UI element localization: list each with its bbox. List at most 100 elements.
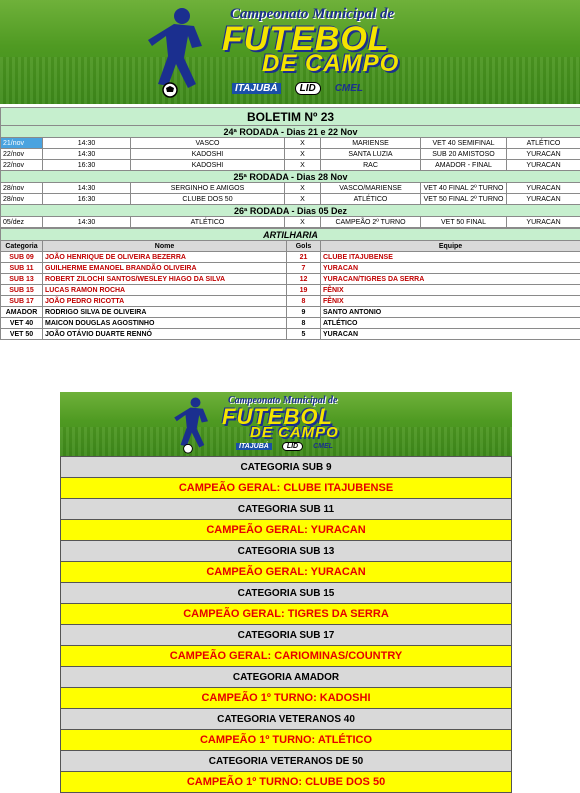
scorers-heading: ARTILHARIA bbox=[1, 229, 580, 241]
game-category: SUB 20 AMISTOSO bbox=[421, 149, 507, 160]
game-away: RAC bbox=[321, 160, 421, 171]
game-row: 28/nov16:30CLUBE DOS 50XATLÉTICOVET 50 F… bbox=[1, 194, 580, 205]
banner-title-line2: DE CAMPO bbox=[262, 50, 399, 78]
cmel-logo: CMEL bbox=[313, 443, 333, 450]
champion-winner: CAMPEÃO GERAL: CLUBE ITAJUBENSE bbox=[60, 477, 512, 499]
second-banner: Campeonato Municipal de FUTEBOL DE CAMPO… bbox=[60, 392, 512, 456]
sponsor-logos: ITAJUBÁ LID CMEL bbox=[236, 442, 333, 451]
scorer-row: SUB 09JOÃO HENRIQUE DE OLIVEIRA BEZERRA2… bbox=[1, 252, 580, 263]
champion-winner: CAMPEÃO GERAL: CARIOMINAS/COUNTRY bbox=[60, 645, 512, 667]
game-versus: X bbox=[285, 149, 321, 160]
game-versus: X bbox=[285, 160, 321, 171]
champion-category: CATEGORIA SUB 15 bbox=[60, 582, 512, 604]
scorer-category: SUB 11 bbox=[1, 263, 43, 274]
game-time: 14:30 bbox=[43, 183, 131, 194]
bulletin-title: BOLETIM Nº 23 bbox=[1, 108, 580, 126]
scorer-row: SUB 15LUCAS RAMON ROCHA19FÊNIX bbox=[1, 285, 580, 296]
bulletin-table: BOLETIM Nº 23 24ª RODADA - Dias 21 e 22 … bbox=[0, 107, 580, 228]
game-category: AMADOR - FINAL bbox=[421, 160, 507, 171]
scorer-goals: 9 bbox=[287, 307, 321, 318]
game-date: 22/nov bbox=[1, 149, 43, 160]
game-category: VET 50 FINAL bbox=[421, 217, 507, 228]
player-silhouette-icon bbox=[168, 396, 218, 454]
game-category: VET 40 SEMIFINAL bbox=[421, 138, 507, 149]
scorer-category: VET 40 bbox=[1, 318, 43, 329]
game-venue: YURACAN bbox=[507, 149, 580, 160]
col-header-goals: Gols bbox=[287, 241, 321, 252]
game-versus: X bbox=[285, 217, 321, 228]
champion-category: CATEGORIA SUB 9 bbox=[60, 456, 512, 478]
game-versus: X bbox=[285, 194, 321, 205]
scorer-row: SUB 13ROBERT ZILOCHI SANTOS/WESLEY HIAGO… bbox=[1, 274, 580, 285]
scorer-goals: 5 bbox=[287, 329, 321, 340]
champion-category: CATEGORIA AMADOR bbox=[60, 666, 512, 688]
scorer-row: SUB 17JOÃO PEDRO RICOTTA8FÊNIX bbox=[1, 296, 580, 307]
round-heading: 25ª RODADA - Dias 28 Nov bbox=[1, 171, 580, 183]
scorer-category: SUB 17 bbox=[1, 296, 43, 307]
game-venue: YURACAN bbox=[507, 183, 580, 194]
game-venue: YURACAN bbox=[507, 160, 580, 171]
champions-list: CATEGORIA SUB 9CAMPEÃO GERAL: CLUBE ITAJ… bbox=[60, 457, 512, 793]
champion-winner: CAMPEÃO 1º TURNO: CLUBE DOS 50 bbox=[60, 771, 512, 793]
scorer-goals: 19 bbox=[287, 285, 321, 296]
top-banner: Campeonato Municipal de FUTEBOL DE CAMPO… bbox=[0, 0, 580, 104]
scorer-team: ATLÉTICO bbox=[321, 318, 580, 329]
round-heading: 24ª RODADA - Dias 21 e 22 Nov bbox=[1, 126, 580, 138]
scorer-goals: 7 bbox=[287, 263, 321, 274]
game-venue: YURACAN bbox=[507, 194, 580, 205]
scorer-goals: 8 bbox=[287, 318, 321, 329]
game-venue: YURACAN bbox=[507, 217, 580, 228]
champion-category: CATEGORIA SUB 17 bbox=[60, 624, 512, 646]
game-time: 16:30 bbox=[43, 194, 131, 205]
scorer-row: VET 40MAICON DOUGLAS AGOSTINHO8ATLÉTICO bbox=[1, 318, 580, 329]
game-away: ATLÉTICO bbox=[321, 194, 421, 205]
game-home: ATLÉTICO bbox=[131, 217, 285, 228]
scorer-team: FÊNIX bbox=[321, 285, 580, 296]
scorer-team: YURACAN bbox=[321, 329, 580, 340]
scorer-name: LUCAS RAMON ROCHA bbox=[43, 285, 287, 296]
player-silhouette-icon bbox=[138, 6, 218, 98]
game-time: 16:30 bbox=[43, 160, 131, 171]
game-home: KADOSHI bbox=[131, 149, 285, 160]
cmel-logo: CMEL bbox=[335, 83, 363, 94]
game-home: VASCO bbox=[131, 138, 285, 149]
game-date: 28/nov bbox=[1, 194, 43, 205]
game-date: 21/nov bbox=[1, 138, 43, 149]
game-home: CLUBE DOS 50 bbox=[131, 194, 285, 205]
game-versus: X bbox=[285, 138, 321, 149]
banner-title-line2: DE CAMPO bbox=[250, 424, 339, 441]
scorer-goals: 8 bbox=[287, 296, 321, 307]
game-time: 14:30 bbox=[43, 217, 131, 228]
champion-category: CATEGORIA VETERANOS 40 bbox=[60, 708, 512, 730]
game-category: VET 50 FINAL 2º TURNO bbox=[421, 194, 507, 205]
bulletin-section: BOLETIM Nº 23 24ª RODADA - Dias 21 e 22 … bbox=[0, 107, 580, 340]
scorer-row: SUB 11GUILHERME EMANOEL BRANDÃO OLIVEIRA… bbox=[1, 263, 580, 274]
col-header-category: Categoria bbox=[1, 241, 43, 252]
game-category: VET 40 FINAL 2º TURNO bbox=[421, 183, 507, 194]
game-time: 14:30 bbox=[43, 138, 131, 149]
game-versus: X bbox=[285, 183, 321, 194]
game-venue: ATLÉTICO bbox=[507, 138, 580, 149]
scorer-category: AMADOR bbox=[1, 307, 43, 318]
game-row: 05/dez14:30ATLÉTICOXCAMPEÃO 2º TURNOVET … bbox=[1, 217, 580, 228]
champion-category: CATEGORIA SUB 11 bbox=[60, 498, 512, 520]
scorers-header-row: Categoria Nome Gols Equipe bbox=[1, 241, 580, 252]
scorer-category: SUB 13 bbox=[1, 274, 43, 285]
scorer-name: ROBERT ZILOCHI SANTOS/WESLEY HIAGO DA SI… bbox=[43, 274, 287, 285]
scorer-goals: 21 bbox=[287, 252, 321, 263]
scorer-name: JOÃO PEDRO RICOTTA bbox=[43, 296, 287, 307]
scorer-name: JOÃO HENRIQUE DE OLIVEIRA BEZERRA bbox=[43, 252, 287, 263]
round-heading: 26ª RODADA - Dias 05 Dez bbox=[1, 205, 580, 217]
game-row: 22/nov14:30KADOSHIXSANTA LUZIASUB 20 AMI… bbox=[1, 149, 580, 160]
game-away: VASCO/MARIENSE bbox=[321, 183, 421, 194]
champion-category: CATEGORIA SUB 13 bbox=[60, 540, 512, 562]
game-away: CAMPEÃO 2º TURNO bbox=[321, 217, 421, 228]
scorer-name: MAICON DOUGLAS AGOSTINHO bbox=[43, 318, 287, 329]
champion-category: CATEGORIA VETERANOS DE 50 bbox=[60, 750, 512, 772]
scorer-team: YURACAN/TIGRES DA SERRA bbox=[321, 274, 580, 285]
champion-winner: CAMPEÃO GERAL: YURACAN bbox=[60, 561, 512, 583]
scorer-row: VET 50JOÃO OTÁVIO DUARTE RENNÓ5YURACAN bbox=[1, 329, 580, 340]
scorer-team: YURACAN bbox=[321, 263, 580, 274]
scorer-goals: 12 bbox=[287, 274, 321, 285]
game-away: SANTA LUZIA bbox=[321, 149, 421, 160]
